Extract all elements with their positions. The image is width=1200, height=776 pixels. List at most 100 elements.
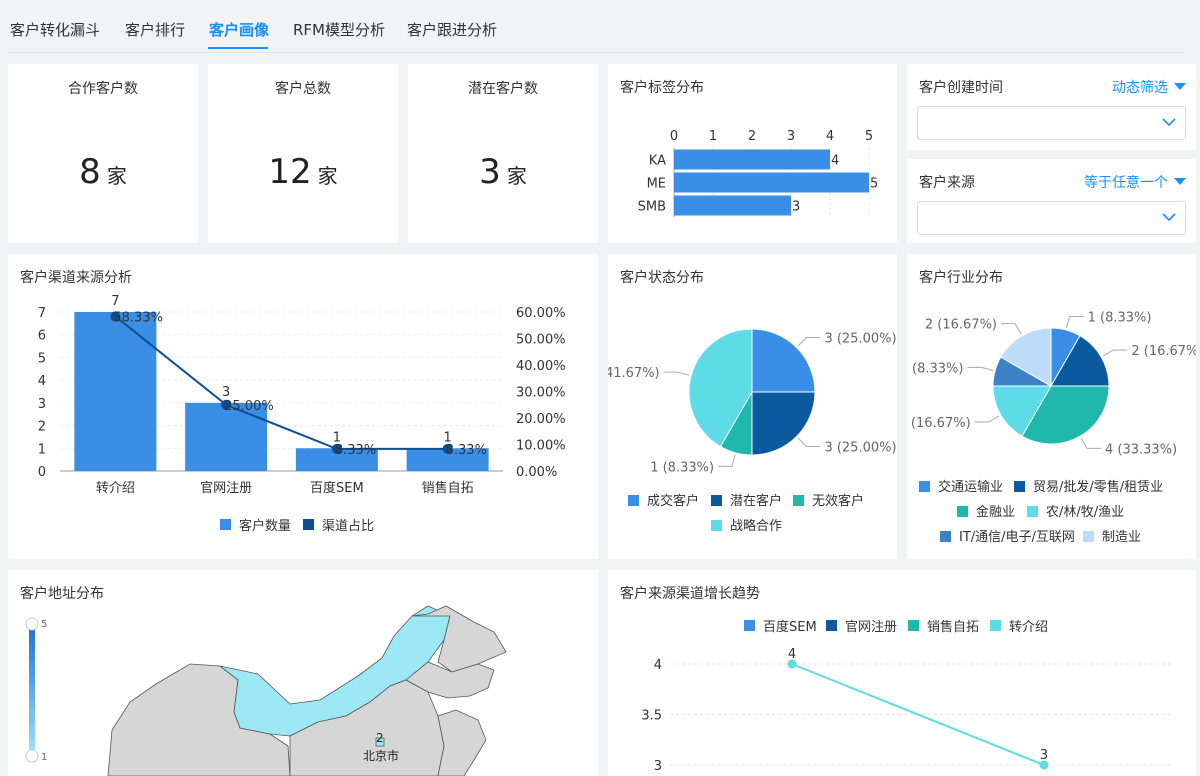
trend-y-tick-label: 4 [654, 658, 662, 673]
tab-followup-analysis[interactable]: 客户跟进分析 [407, 19, 497, 40]
pie-slice-label: 2 (16.67%) [1131, 344, 1196, 359]
stat-unit: 家 [106, 164, 127, 188]
legend-swatch[interactable] [1014, 481, 1025, 492]
tag-distribution-card: 客户标签分布 0 1 2 3 4 5 KA 4 ME 5 SMB 3 [608, 64, 897, 243]
channel-y2-tick-label: 10.00% [516, 439, 566, 454]
legend-swatch[interactable] [711, 520, 722, 531]
created-time-filter-card: 客户创建时间 动态筛选 [907, 64, 1196, 150]
legend-label[interactable]: 金融业 [976, 504, 1015, 520]
legend-label[interactable]: 转介绍 [1009, 620, 1048, 635]
legend-swatch[interactable] [628, 495, 639, 506]
status-distribution-card: 客户状态分布 3 (25.00%)3 (25.00%)1 (8.33%)5 (4… [608, 254, 897, 559]
legend-swatch[interactable] [711, 495, 722, 506]
pie-label-leader [1066, 315, 1084, 329]
channel-bar[interactable] [74, 312, 157, 471]
legend-swatch[interactable] [940, 531, 951, 542]
legend-swatch[interactable] [957, 506, 968, 517]
legend-swatch[interactable] [220, 519, 231, 530]
legend-swatch[interactable] [919, 481, 930, 492]
legend-label[interactable]: 成交客户 [647, 493, 699, 509]
stat-value: 8 [79, 152, 101, 192]
pie-slice-label: 4 (33.33%) [1105, 442, 1177, 457]
legend-label[interactable]: 农/林/牧/渔业 [1046, 505, 1124, 520]
tag-bar-value-label: 3 [792, 200, 800, 215]
legend-label[interactable]: 战略合作 [730, 518, 782, 534]
legend-label[interactable]: 官网注册 [845, 619, 897, 635]
tag-category-label: SMB [638, 200, 666, 215]
trend-point-label: 4 [788, 647, 796, 662]
status-pie-chart: 3 (25.00%) 3 (25.00%) 1 (8.33%) 5 (41.67%) 成… [608, 328, 897, 534]
map-region-shandong[interactable] [437, 709, 487, 776]
channel-y2-tick-label: 0.00% [516, 465, 557, 480]
legend-swatch[interactable] [908, 620, 919, 631]
stat-value-wrap: 8家 [8, 152, 198, 192]
tab-customer-ranking[interactable]: 客户排行 [125, 19, 185, 40]
pie-slice-label: 2 (16.67%) [925, 318, 997, 333]
pie-slice-label: 2 (16.67%) [907, 416, 971, 431]
channel-bar-value-label: 7 [111, 294, 119, 309]
channel-y2-tick-label: 30.00% [516, 386, 566, 401]
caret-down-icon [1174, 83, 1186, 90]
tag-bar[interactable] [674, 195, 791, 216]
tab-customer-portrait[interactable]: 客户画像 [209, 19, 269, 40]
legend-swatch[interactable] [744, 620, 755, 631]
legend-label[interactable]: 潜在客户 [730, 493, 782, 509]
china-map-chart: 5 1 2 北京市 [25, 605, 507, 776]
tab-conversion-funnel[interactable]: 客户转化漏斗 [10, 19, 100, 40]
stat-card-cooperating: 合作客户数 8家 [8, 64, 198, 243]
tag-x-tick-label: 1 [709, 129, 717, 144]
legend-swatch[interactable] [990, 620, 1001, 631]
tag-x-tick-label: 0 [670, 129, 678, 144]
channel-y-tick-label: 6 [38, 329, 46, 344]
tab-rfm-analysis[interactable]: RFM模型分析 [293, 19, 385, 40]
stat-title: 客户总数 [275, 81, 331, 97]
pie-slice-label: 1 (8.33%) [650, 460, 714, 475]
created-time-select[interactable] [917, 106, 1186, 140]
pie-slice-label: 3 (25.00%) [824, 332, 896, 347]
legend-label[interactable]: 客户数量 [239, 518, 291, 534]
tabs-divider [8, 52, 1184, 53]
legend-swatch[interactable] [303, 519, 314, 530]
scale-max-label: 5 [41, 619, 47, 630]
channel-y-tick-label: 4 [38, 374, 46, 389]
legend-swatch[interactable] [826, 620, 837, 631]
legend-label[interactable]: 百度SEM [763, 619, 817, 635]
source-select[interactable] [917, 201, 1186, 235]
legend-label[interactable]: IT/通信/电子/互联网 [959, 530, 1075, 545]
pie-label-leader [1080, 437, 1101, 449]
tag-x-tick-label: 3 [787, 129, 795, 144]
legend-swatch[interactable] [1083, 531, 1094, 542]
scale-handle-max[interactable] [25, 617, 39, 631]
tag-bar[interactable] [674, 172, 869, 193]
match-any-filter-link[interactable]: 等于任意一个 [1084, 172, 1186, 192]
stat-value-wrap: 3家 [408, 152, 598, 192]
scale-handle-min[interactable] [25, 749, 39, 763]
channel-ratio-line [114, 315, 448, 450]
pie-slice-label: 3 (25.00%) [824, 440, 896, 455]
visual-map-scale[interactable] [25, 617, 39, 763]
stat-card-potential: 潜在客户数 3家 [408, 64, 598, 243]
filter-label: 客户创建时间 [919, 80, 1003, 96]
channel-combo-chart: 0 1 2 3 4 5 6 7 0.00% 10.00% 20.00% 30.00% 40.00% 50.… [38, 294, 566, 534]
tag-bar[interactable] [674, 149, 830, 170]
source-trend-line-chart: 4 3.5 3 百度SEM 官网注册 销售自拓 转介绍 4 3 [641, 619, 1174, 774]
legend-swatch[interactable] [1027, 506, 1038, 517]
channel-y2-tick-label: 50.00% [516, 333, 566, 348]
stat-value: 12 [268, 152, 312, 192]
legend-swatch[interactable] [793, 495, 804, 506]
stat-title: 合作客户数 [68, 81, 138, 97]
tag-x-tick-label: 2 [748, 129, 756, 144]
legend-label[interactable]: 制造业 [1102, 530, 1141, 545]
legend-label[interactable]: 无效客户 [812, 493, 864, 509]
legend-label[interactable]: 交通运输业 [938, 479, 1003, 495]
filter-link-label: 动态筛选 [1112, 80, 1168, 96]
channel-y2-tick-label: 20.00% [516, 412, 566, 427]
pie-label-leader [967, 366, 994, 371]
pie-label-leader [1102, 349, 1128, 357]
legend-label[interactable]: 渠道占比 [322, 519, 374, 534]
dynamic-filter-link[interactable]: 动态筛选 [1112, 77, 1186, 97]
tag-bar-value-label: 5 [870, 177, 878, 192]
legend-label[interactable]: 贸易/批发/零售/租赁业 [1033, 479, 1163, 495]
legend-label[interactable]: 销售自拓 [927, 619, 979, 635]
pie-slice-label: 1 (8.33%) [1088, 310, 1152, 325]
